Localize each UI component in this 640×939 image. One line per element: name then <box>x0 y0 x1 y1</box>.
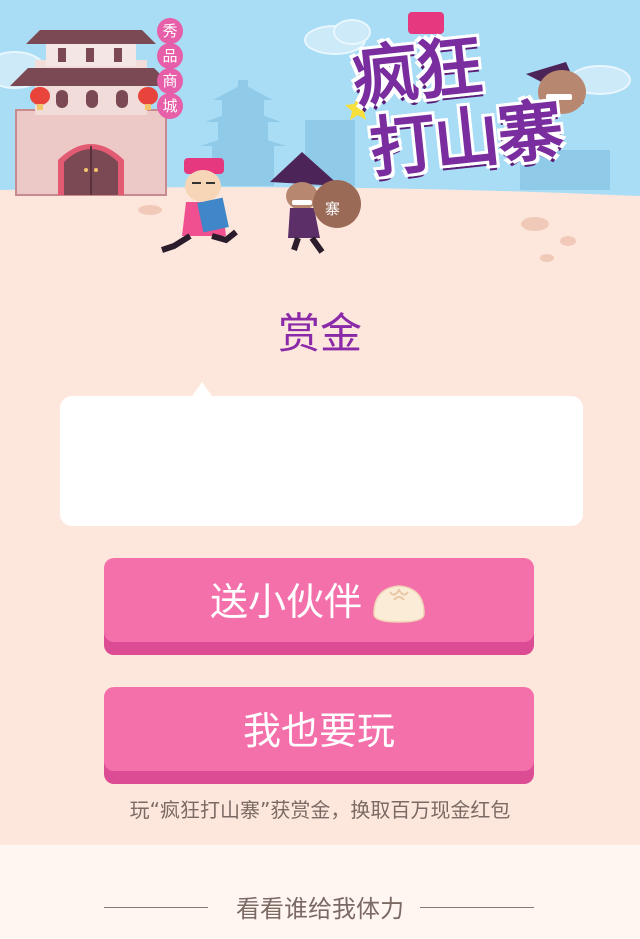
mall-badge-char: 城 <box>157 93 183 119</box>
steamed-bun-icon <box>373 584 425 623</box>
mall-badge[interactable]: 秀 品 商 城 <box>156 18 184 119</box>
share-button-label: 送小伙伴 <box>209 580 362 624</box>
game-title-logo: 疯狂 打山寨 <box>349 17 613 188</box>
share-to-friends-button[interactable]: 送小伙伴 <box>104 558 534 642</box>
sack-label: 寨 <box>325 200 341 218</box>
mall-badge-char: 品 <box>157 43 183 69</box>
divider-right <box>420 907 534 908</box>
reward-title: 赏金 <box>277 309 362 358</box>
hint-text: 玩“疯狂打山寨”获赏金，换取百万现金红包 <box>129 798 511 822</box>
play-button-label: 我也要玩 <box>242 709 395 753</box>
play-game-button[interactable]: 我也要玩 <box>104 687 534 771</box>
reward-amount-box <box>60 382 583 526</box>
hero-banner: 秀 品 商 城 疯狂 打山寨 寨 <box>0 0 640 270</box>
friends-section: 看看谁给我体力 <box>0 845 640 939</box>
mall-badge-char: 秀 <box>157 18 183 44</box>
friends-section-title: 看看谁给我体力 <box>236 895 404 923</box>
mall-badge-char: 商 <box>157 68 183 94</box>
